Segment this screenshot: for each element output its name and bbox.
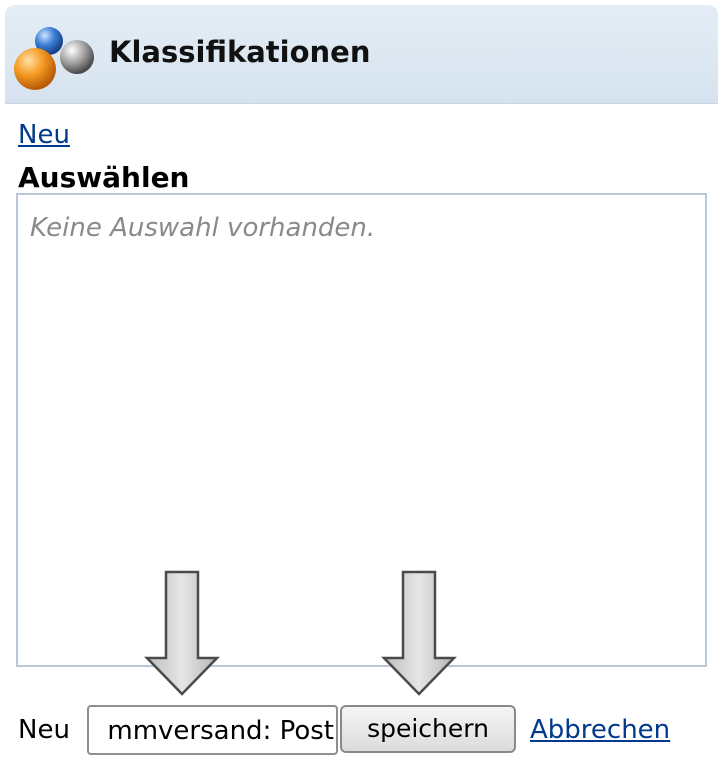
cancel-link[interactable]: Abbrechen (530, 715, 670, 745)
empty-selection-text: Keine Auswahl vorhanden. (30, 213, 376, 243)
classification-input[interactable]: mmversand: Post (87, 705, 338, 755)
new-link[interactable]: Neu (18, 120, 70, 150)
save-button[interactable]: speichern (340, 705, 516, 753)
colored-spheres-icon (14, 27, 94, 90)
panel-title: Klassifikationen (109, 35, 371, 69)
classification-panel: Klassifikationen Neu Auswählen Keine Aus… (5, 5, 718, 763)
classification-input-value: mmversand: Post (107, 716, 334, 746)
selection-list[interactable]: Keine Auswahl vorhanden. (16, 193, 707, 667)
select-label: Auswählen (18, 161, 190, 194)
new-entry-label: Neu (18, 715, 70, 745)
panel-header: Klassifikationen (5, 5, 718, 104)
